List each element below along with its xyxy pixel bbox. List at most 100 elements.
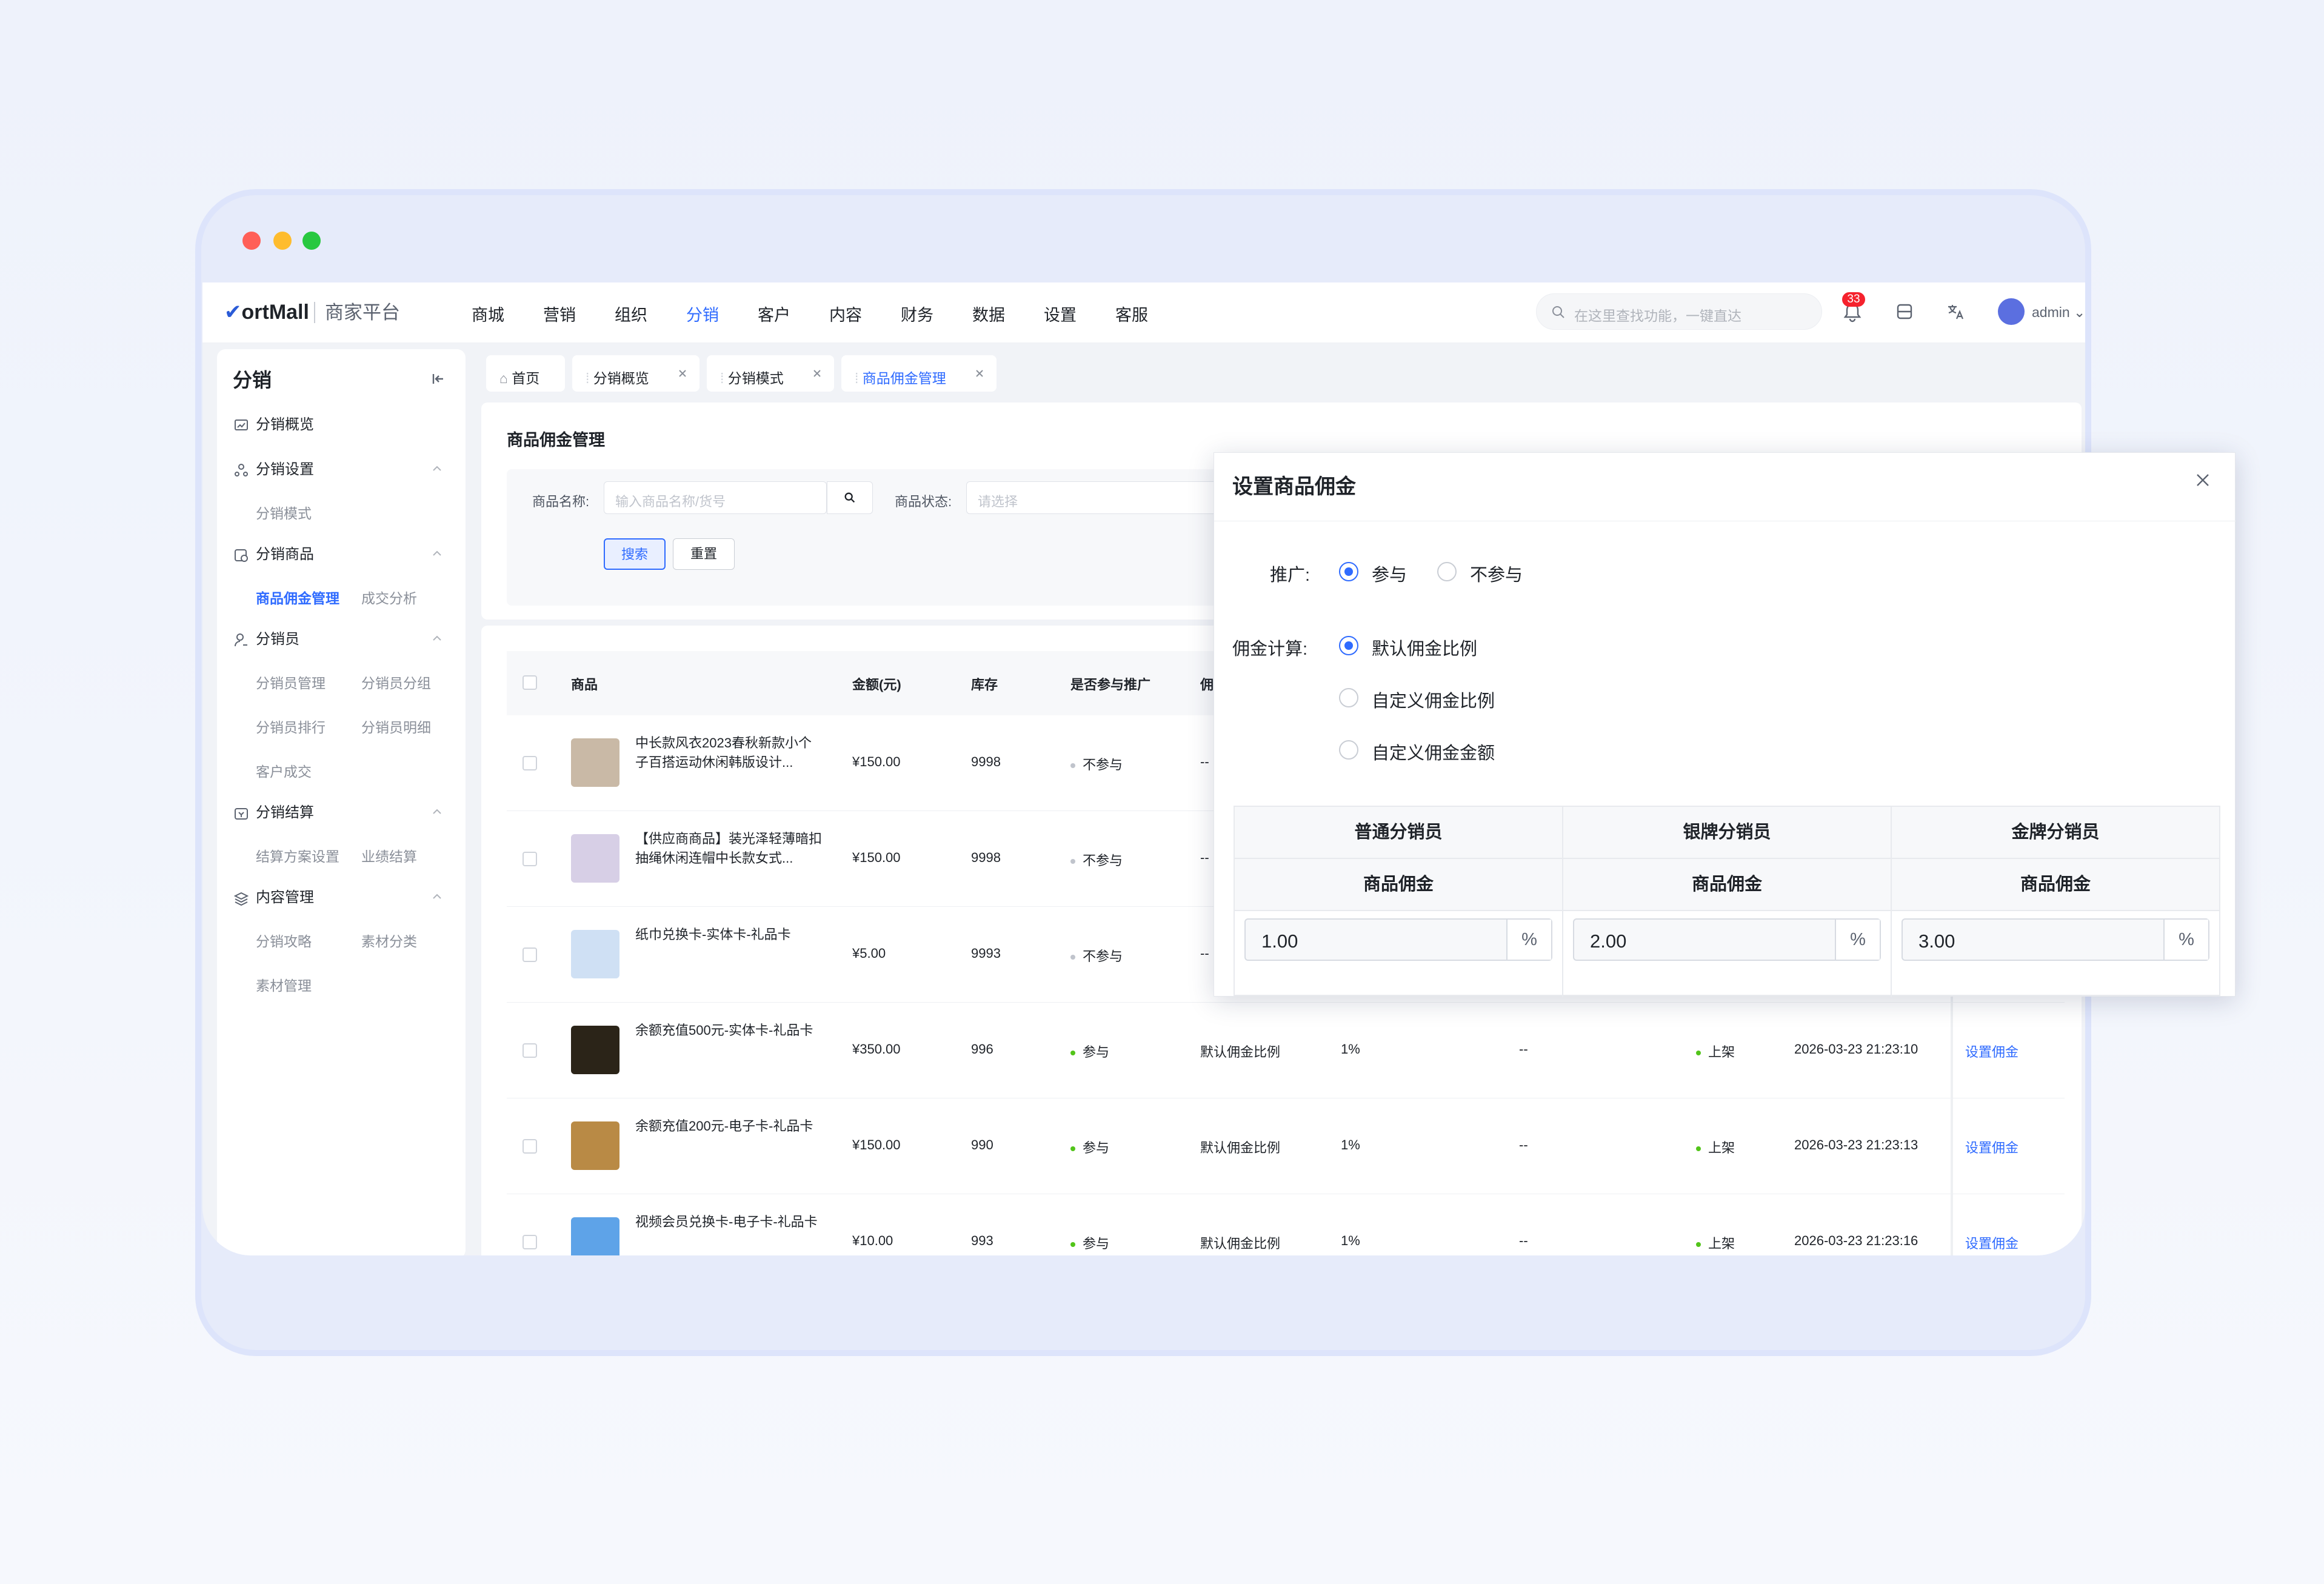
search-submit-button[interactable] [827, 481, 873, 514]
sidebar-item-分销员明细[interactable]: 分销员明细 [361, 716, 431, 737]
promote-text: 参与 [1083, 1140, 1110, 1155]
sidebar-item-分销员分组[interactable]: 分销员分组 [361, 672, 431, 692]
column-divider [1562, 807, 1563, 997]
translate-icon[interactable] [1943, 299, 1968, 324]
commission-input-normal[interactable]: 1.00 % [1244, 918, 1552, 961]
goods-icon [235, 549, 248, 562]
close-window-dot[interactable] [242, 232, 261, 250]
calc-option-custom-amount[interactable]: 自定义佣金金额 [1372, 739, 1495, 764]
row-checkbox[interactable] [523, 756, 537, 770]
commission-input-silver[interactable]: 2.00 % [1573, 918, 1881, 961]
calc-option-default[interactable]: 默认佣金比例 [1372, 635, 1477, 660]
promote-option-参与[interactable]: 参与 [1372, 561, 1407, 586]
product-name[interactable]: 【供应商商品】装光泽轻薄暗扣抽绳休闲连帽中长款女式... [635, 829, 823, 868]
sidebar-item-分销员管理[interactable]: 分销员管理 [256, 672, 326, 692]
user-menu[interactable]: admin ⌄ [2032, 304, 2085, 321]
time-cell: 2026-03-23 21:23:16 [1794, 1233, 1918, 1248]
select-all-checkbox[interactable] [523, 675, 537, 690]
promote-radio-不参与[interactable] [1437, 562, 1457, 581]
promote-radio-参与[interactable] [1339, 562, 1358, 581]
nav-内容[interactable]: 内容 [829, 302, 862, 326]
level-sub-normal: 商品佣金 [1235, 859, 1562, 910]
sidebar-item-分销模式[interactable]: 分销模式 [256, 502, 312, 523]
row-checkbox[interactable] [523, 947, 537, 962]
commission-input-gold[interactable]: 3.00 % [1902, 918, 2209, 961]
row-checkbox[interactable] [523, 1139, 537, 1154]
close-tab-icon[interactable] [676, 367, 689, 379]
calc-option-custom-ratio[interactable]: 自定义佣金比例 [1372, 687, 1495, 712]
set-commission-link[interactable]: 设置佣金 [1965, 1137, 2018, 1157]
sidebar-item-分销员排行[interactable]: 分销员排行 [256, 716, 326, 737]
nav-客户[interactable]: 客户 [758, 302, 790, 326]
tab-商品佣金管理[interactable]: ⁞ 商品佣金管理 [841, 355, 997, 392]
product-name[interactable]: 纸巾兑换卡-实体卡-礼品卡 [635, 925, 823, 944]
product-name[interactable]: 余额充值500元-实体卡-礼品卡 [635, 1021, 823, 1040]
maximize-window-dot[interactable] [302, 232, 321, 250]
tab-分销模式[interactable]: ⁞ 分销模式 [707, 355, 834, 392]
chevron-up-icon[interactable] [430, 547, 444, 560]
ratio-cell: 1% [1341, 1233, 1360, 1248]
chevron-up-icon[interactable] [430, 890, 444, 903]
price-cell: ¥150.00 [852, 850, 901, 865]
row-checkbox[interactable] [523, 1043, 537, 1058]
sidebar-item-商品佣金管理[interactable]: 商品佣金管理 [256, 587, 339, 607]
sidebar-group-内容管理[interactable]: 内容管理 [233, 885, 314, 907]
calc-radio-default[interactable] [1339, 636, 1358, 655]
nav-组织[interactable]: 组织 [615, 302, 647, 326]
sidebar-item-结算方案设置[interactable]: 结算方案设置 [256, 845, 339, 866]
commission-value: 1.00 [1261, 931, 1298, 952]
stock-cell: 9993 [971, 946, 1001, 961]
app-logo[interactable]: ✔ortMall 商家平台 [224, 297, 400, 324]
avatar[interactable] [1998, 298, 2025, 325]
close-tab-icon[interactable] [973, 367, 986, 379]
chevron-down-icon: ⌄ [2074, 304, 2085, 320]
calc-radio-custom-amount[interactable] [1339, 740, 1358, 760]
chevron-up-icon[interactable] [430, 805, 444, 818]
sidebar-group-分销商品[interactable]: 分销商品 [233, 542, 314, 564]
sidebar-group-分销概览[interactable]: 分销概览 [233, 412, 314, 434]
product-name[interactable]: 中长款风衣2023春秋新款小个子百搭运动休闲韩版设计... [635, 734, 823, 772]
search-button[interactable]: 搜索 [604, 538, 666, 570]
set-commission-link[interactable]: 设置佣金 [1965, 1233, 2018, 1252]
nav-财务[interactable]: 财务 [901, 302, 933, 326]
tab-首页[interactable]: ⌂ 首页 [486, 355, 565, 392]
close-icon[interactable] [2192, 470, 2213, 490]
promote-option-不参与[interactable]: 不参与 [1470, 561, 1523, 586]
sidebar-item-成交分析[interactable]: 成交分析 [361, 587, 417, 607]
sidebar-group-分销员[interactable]: 分销员 [233, 627, 299, 649]
product-status-select[interactable]: 请选择 [966, 481, 1221, 514]
nav-设置[interactable]: 设置 [1044, 302, 1077, 326]
inbox-icon[interactable] [1892, 299, 1917, 324]
sidebar-item-素材分类[interactable]: 素材分类 [361, 930, 417, 951]
tab-分销概览[interactable]: ⁞ 分销概览 [572, 355, 700, 392]
close-tab-icon[interactable] [811, 367, 823, 379]
nav-分销[interactable]: 分销 [686, 302, 719, 326]
minimize-window-dot[interactable] [273, 232, 292, 250]
product-name[interactable]: 视频会员兑换卡-电子卡-礼品卡 [635, 1212, 823, 1232]
calc-radio-custom-ratio[interactable] [1339, 688, 1358, 707]
product-name-label: 商品名称: [532, 494, 590, 509]
sidebar-group-分销设置[interactable]: 分销设置 [233, 457, 314, 479]
product-name[interactable]: 余额充值200元-电子卡-礼品卡 [635, 1117, 823, 1136]
product-thumbnail [571, 930, 619, 978]
nav-营销[interactable]: 营销 [543, 302, 576, 326]
sidebar-item-客户成交[interactable]: 客户成交 [256, 760, 312, 781]
product-thumbnail [571, 1121, 619, 1170]
nav-商城[interactable]: 商城 [472, 302, 504, 326]
sidebar-group-分销结算[interactable]: 分销结算 [233, 800, 314, 822]
collapse-sidebar-icon[interactable] [430, 371, 446, 387]
nav-数据[interactable]: 数据 [972, 302, 1005, 326]
nav-客服[interactable]: 客服 [1115, 302, 1148, 326]
row-checkbox[interactable] [523, 852, 537, 866]
logo-v-icon: ✔ [224, 301, 242, 324]
row-checkbox[interactable] [523, 1235, 537, 1249]
set-commission-link[interactable]: 设置佣金 [1965, 1041, 2018, 1061]
reset-button[interactable]: 重置 [673, 538, 735, 570]
sidebar-item-分销攻略[interactable]: 分销攻略 [256, 930, 312, 951]
product-name-input[interactable]: 输入商品名称/货号 [604, 481, 827, 514]
chevron-up-icon[interactable] [430, 632, 444, 645]
chevron-up-icon[interactable] [430, 462, 444, 475]
global-search-input[interactable]: 在这里查找功能，一键直达 [1536, 293, 1822, 330]
sidebar-item-业绩结算[interactable]: 业绩结算 [361, 845, 417, 866]
sidebar-item-素材管理[interactable]: 素材管理 [256, 974, 312, 995]
